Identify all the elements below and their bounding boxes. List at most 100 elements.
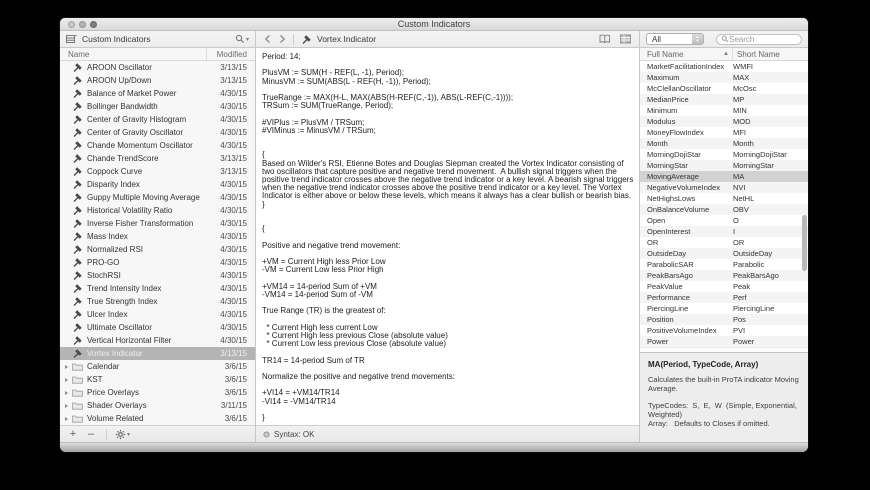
item-name: Shader Overlays [87,401,147,410]
function-full-name: MorningStar [647,161,688,170]
list-item[interactable]: Ulcer Index 4/30/15 [60,308,255,321]
list-item[interactable]: Guppy Multiple Moving Average 4/30/15 [60,191,255,204]
table-row[interactable]: OR OR [640,237,808,248]
list-item[interactable]: Price Overlays 3/6/15 [60,386,255,399]
table-row[interactable]: Minimum MIN [640,105,808,116]
list-item[interactable]: Normalized RSI 4/30/15 [60,243,255,256]
indicator-source-code[interactable]: Period: 14; PlusVM := SUM(H - REF(L, -1)… [262,52,634,422]
add-indicator-button[interactable]: + [66,429,80,440]
function-full-name: NetHighsLows [647,194,696,203]
table-row[interactable]: Power Power [640,336,808,347]
folder-icon [72,414,84,424]
list-item[interactable]: Chande Momentum Oscillator 4/30/15 [60,139,255,152]
list-item[interactable]: Chande TrendScore 3/13/15 [60,152,255,165]
list-item[interactable]: AROON Oscillator 3/13/15 [60,61,255,74]
list-item[interactable]: Vertical Horizontal Filter 4/30/15 [60,334,255,347]
editor-status-bar: Syntax: OK [256,425,639,442]
action-gear-button[interactable]: ▾ [115,429,130,440]
hammer-icon [72,336,84,346]
list-item[interactable]: Center of Gravity Histogram 4/30/15 [60,113,255,126]
list-item[interactable]: Vortex Indicator 3/13/15 [60,347,255,360]
back-button[interactable] [264,34,271,44]
list-item[interactable]: Center of Gravity Oscillator 4/30/15 [60,126,255,139]
forward-button[interactable] [279,34,286,44]
table-row[interactable]: Performance Perf [640,292,808,303]
table-row[interactable]: PeakBarsAgo PeakBarsAgo [640,270,808,281]
list-item[interactable]: True Strength Index 4/30/15 [60,295,255,308]
table-row[interactable]: MorningDojiStar MorningDojiStar [640,149,808,160]
table-row[interactable]: Position Pos [640,314,808,325]
sidebar-column-header[interactable]: Name Modified [60,48,255,61]
list-item[interactable]: Disparity Index 4/30/15 [60,178,255,191]
column-name[interactable]: Name [60,48,207,60]
table-row[interactable]: Open O [640,215,808,226]
function-short-name: OutsideDay [733,249,773,258]
remove-indicator-button[interactable]: – [84,429,98,440]
table-row[interactable]: NegativeVolumeIndex NVI [640,182,808,193]
table-row[interactable]: PeakValue Peak [640,281,808,292]
zoom-button[interactable] [90,21,97,28]
function-signature: MA(Period, TypeCode, Array) [648,360,759,369]
search-input[interactable] [729,34,789,44]
disclosure-triangle-icon[interactable] [65,390,68,395]
item-name: Ultimate Oscillator [87,323,152,332]
table-row[interactable]: McClellanOscillator McOsc [640,83,808,94]
table-row[interactable]: OnBalanceVolume OBV [640,204,808,215]
function-table-header[interactable]: Full Name ▲ Short Name [640,48,808,61]
sidebar-search-icon[interactable]: ▾ [235,34,249,44]
function-table: MarketFacilitationIndex WMFI Maximum MAX… [640,61,808,347]
library-list-icon[interactable] [66,34,77,44]
table-row[interactable]: MarketFacilitationIndex WMFI [640,61,808,72]
disclosure-triangle-icon[interactable] [65,377,68,382]
close-button[interactable] [68,21,75,28]
title-bar[interactable]: Custom Indicators [60,18,808,31]
list-item[interactable]: Volume Related 3/6/15 [60,412,255,425]
list-item[interactable]: PRO-GO 4/30/15 [60,256,255,269]
disclosure-triangle-icon[interactable] [65,364,68,369]
table-row[interactable]: NetHighsLows NetHL [640,193,808,204]
code-editor[interactable]: Period: 14; PlusVM := SUM(H - REF(L, -1)… [256,48,639,425]
table-row[interactable]: ParabolicSAR Parabolic [640,259,808,270]
table-row[interactable]: Month Month [640,138,808,149]
table-row[interactable]: OutsideDay OutsideDay [640,248,808,259]
item-name: True Strength Index [87,297,158,306]
disclosure-triangle-icon[interactable] [65,403,68,408]
list-item[interactable]: Coppock Curve 3/13/15 [60,165,255,178]
table-row[interactable]: MedianPrice MP [640,94,808,105]
table-row[interactable]: MoneyFlowIndex MFI [640,127,808,138]
list-item[interactable]: Balance of Market Power 4/30/15 [60,87,255,100]
syntax-status-text: Syntax: OK [274,429,315,439]
function-full-name: Modulus [647,117,676,126]
function-short-name: MA [733,172,745,181]
column-modified[interactable]: Modified [207,50,255,59]
table-row[interactable]: Maximum MAX [640,72,808,83]
list-item[interactable]: Bollinger Bandwidth 4/30/15 [60,100,255,113]
disclosure-triangle-icon[interactable] [65,416,68,421]
table-row[interactable]: PiercingLine PiercingLine [640,303,808,314]
table-row[interactable]: OpenInterest I [640,226,808,237]
reference-book-icon[interactable] [599,34,611,44]
minimize-button[interactable] [79,21,86,28]
table-row[interactable]: MorningStar MorningStar [640,160,808,171]
function-filter-popup[interactable]: All ▲ ▼ [646,33,704,45]
function-search-field[interactable] [716,33,802,45]
list-item[interactable]: Trend Intensity Index 4/30/15 [60,282,255,295]
function-table-icon[interactable] [620,34,631,44]
column-full-name[interactable]: Full Name ▲ [640,48,733,60]
list-item[interactable]: Shader Overlays 3/11/15 [60,399,255,412]
list-item[interactable]: KST 3/6/15 [60,373,255,386]
list-item[interactable]: Inverse Fisher Transformation 4/30/15 [60,217,255,230]
function-short-name: MP [733,95,745,104]
column-short-name[interactable]: Short Name [733,50,808,59]
list-item[interactable]: Ultimate Oscillator 4/30/15 [60,321,255,334]
table-row[interactable]: MovingAverage MA [640,171,808,182]
list-item[interactable]: Mass Index 4/30/15 [60,230,255,243]
list-item[interactable]: StochRSI 4/30/15 [60,269,255,282]
list-item[interactable]: Calendar 3/6/15 [60,360,255,373]
table-row[interactable]: PositiveVolumeIndex PVI [640,325,808,336]
list-item[interactable]: AROON Up/Down 3/13/15 [60,74,255,87]
list-item[interactable]: Historical Volatility Ratio 4/30/15 [60,204,255,217]
editor-pane: Period: 14; PlusVM := SUM(H - REF(L, -1)… [256,48,640,442]
table-scrollbar-thumb[interactable] [802,215,807,271]
table-row[interactable]: Modulus MOD [640,116,808,127]
